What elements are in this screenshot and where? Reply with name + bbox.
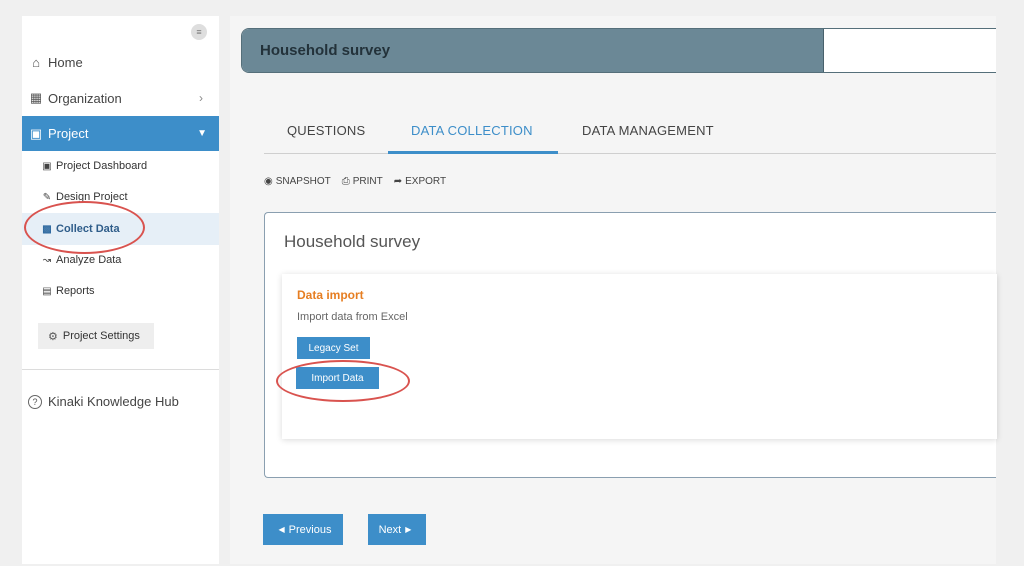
sidebar-subitem-dashboard[interactable]: ▣ Project Dashboard: [22, 157, 219, 175]
legacy-set-button[interactable]: Legacy Set: [297, 337, 370, 359]
page-title: Household survey: [260, 42, 391, 59]
document-icon: ▤: [42, 285, 52, 297]
sidebar-subitem-label: Analyze Data: [56, 254, 122, 266]
dashboard-icon: ▣: [42, 160, 52, 172]
collect-icon: ▩: [42, 223, 52, 235]
sidebar-subitem-label: Project Dashboard: [56, 160, 148, 172]
caret-left-icon: ◀: [278, 525, 285, 534]
knowledge-hub-link[interactable]: ? Kinaki Knowledge Hub: [28, 394, 179, 409]
sidebar-subitem-analyze[interactable]: ↝ Analyze Data: [22, 251, 219, 269]
question-icon: ?: [28, 394, 42, 409]
pencil-icon: ✎: [42, 191, 52, 203]
data-import-title: Data import: [297, 288, 364, 302]
sidebar-subitem-label: Collect Data: [56, 223, 120, 235]
sidebar-subitem-label: Design Project: [56, 191, 128, 203]
active-tab-indicator: [388, 151, 558, 154]
tab-questions[interactable]: QUESTIONS: [287, 123, 365, 138]
sidebar-item-home[interactable]: ⌂ Home: [22, 52, 219, 72]
main-content: Household survey QUESTIONS DATA COLLECTI…: [230, 16, 997, 564]
next-label: Next: [378, 523, 402, 536]
chart-icon: ↝: [42, 254, 52, 266]
page-header: Household survey: [241, 28, 996, 73]
sidebar-item-organization[interactable]: ▦ Organization ›: [22, 88, 219, 108]
import-data-button[interactable]: Import Data: [296, 367, 379, 389]
sidebar-item-label: Organization: [48, 90, 122, 106]
data-import-panel: Data import Import data from Excel Legac…: [282, 274, 997, 439]
tab-data-management[interactable]: DATA MANAGEMENT: [582, 123, 714, 138]
sidebar: ≡ ⌂ Home ▦ Organization › ▣ Project ▼ ▣ …: [22, 16, 219, 564]
grid-icon: ▣: [29, 125, 43, 141]
toolbar: ◉ SNAPSHOT ⎙ PRINT ➦ EXPORT: [264, 176, 457, 187]
caret-right-icon: ▶: [405, 525, 412, 534]
share-icon: ➦: [393, 176, 403, 187]
next-button[interactable]: Next ▶: [368, 514, 426, 545]
snapshot-button[interactable]: ◉ SNAPSHOT: [264, 176, 331, 187]
card-title: Household survey: [284, 232, 421, 251]
knowledge-hub-label: Kinaki Knowledge Hub: [48, 394, 179, 409]
export-button[interactable]: ➦ EXPORT: [394, 176, 446, 187]
chevron-right-icon: ›: [199, 91, 203, 105]
survey-card: Household survey Data import Import data…: [264, 212, 997, 478]
menu-toggle-icon[interactable]: ≡: [191, 24, 207, 40]
sidebar-item-label: Home: [48, 54, 83, 70]
sidebar-item-project[interactable]: ▣ Project ▼: [22, 116, 219, 151]
print-label: PRINT: [352, 176, 383, 187]
export-label: EXPORT: [405, 176, 447, 187]
snapshot-label: SNAPSHOT: [275, 176, 331, 187]
camera-icon: ◉: [264, 176, 273, 187]
sidebar-subitem-label: Reports: [56, 285, 95, 297]
project-settings-button[interactable]: ⚙ Project Settings: [38, 323, 154, 349]
gear-icon: ⚙: [48, 330, 58, 343]
sidebar-subitem-collect-data[interactable]: ▩ Collect Data: [22, 213, 219, 245]
project-settings-label: Project Settings: [62, 330, 140, 342]
sidebar-subitem-design[interactable]: ✎ Design Project: [22, 188, 219, 206]
tab-bar: QUESTIONS DATA COLLECTION DATA MANAGEMEN…: [264, 106, 996, 154]
previous-button[interactable]: ◀ Previous: [263, 514, 343, 545]
data-import-description: Import data from Excel: [297, 311, 408, 323]
print-button[interactable]: ⎙ PRINT: [342, 176, 383, 187]
sidebar-item-label: Project: [48, 126, 89, 141]
sidebar-divider: [22, 369, 219, 370]
previous-label: Previous: [288, 523, 332, 536]
print-icon: ⎙: [341, 176, 350, 187]
columns-icon: ▦: [29, 90, 43, 105]
home-icon: ⌂: [32, 54, 40, 70]
sidebar-subitem-reports[interactable]: ▤ Reports: [22, 282, 219, 300]
tab-data-collection[interactable]: DATA COLLECTION: [411, 123, 533, 138]
chevron-down-icon: ▼: [197, 128, 207, 139]
